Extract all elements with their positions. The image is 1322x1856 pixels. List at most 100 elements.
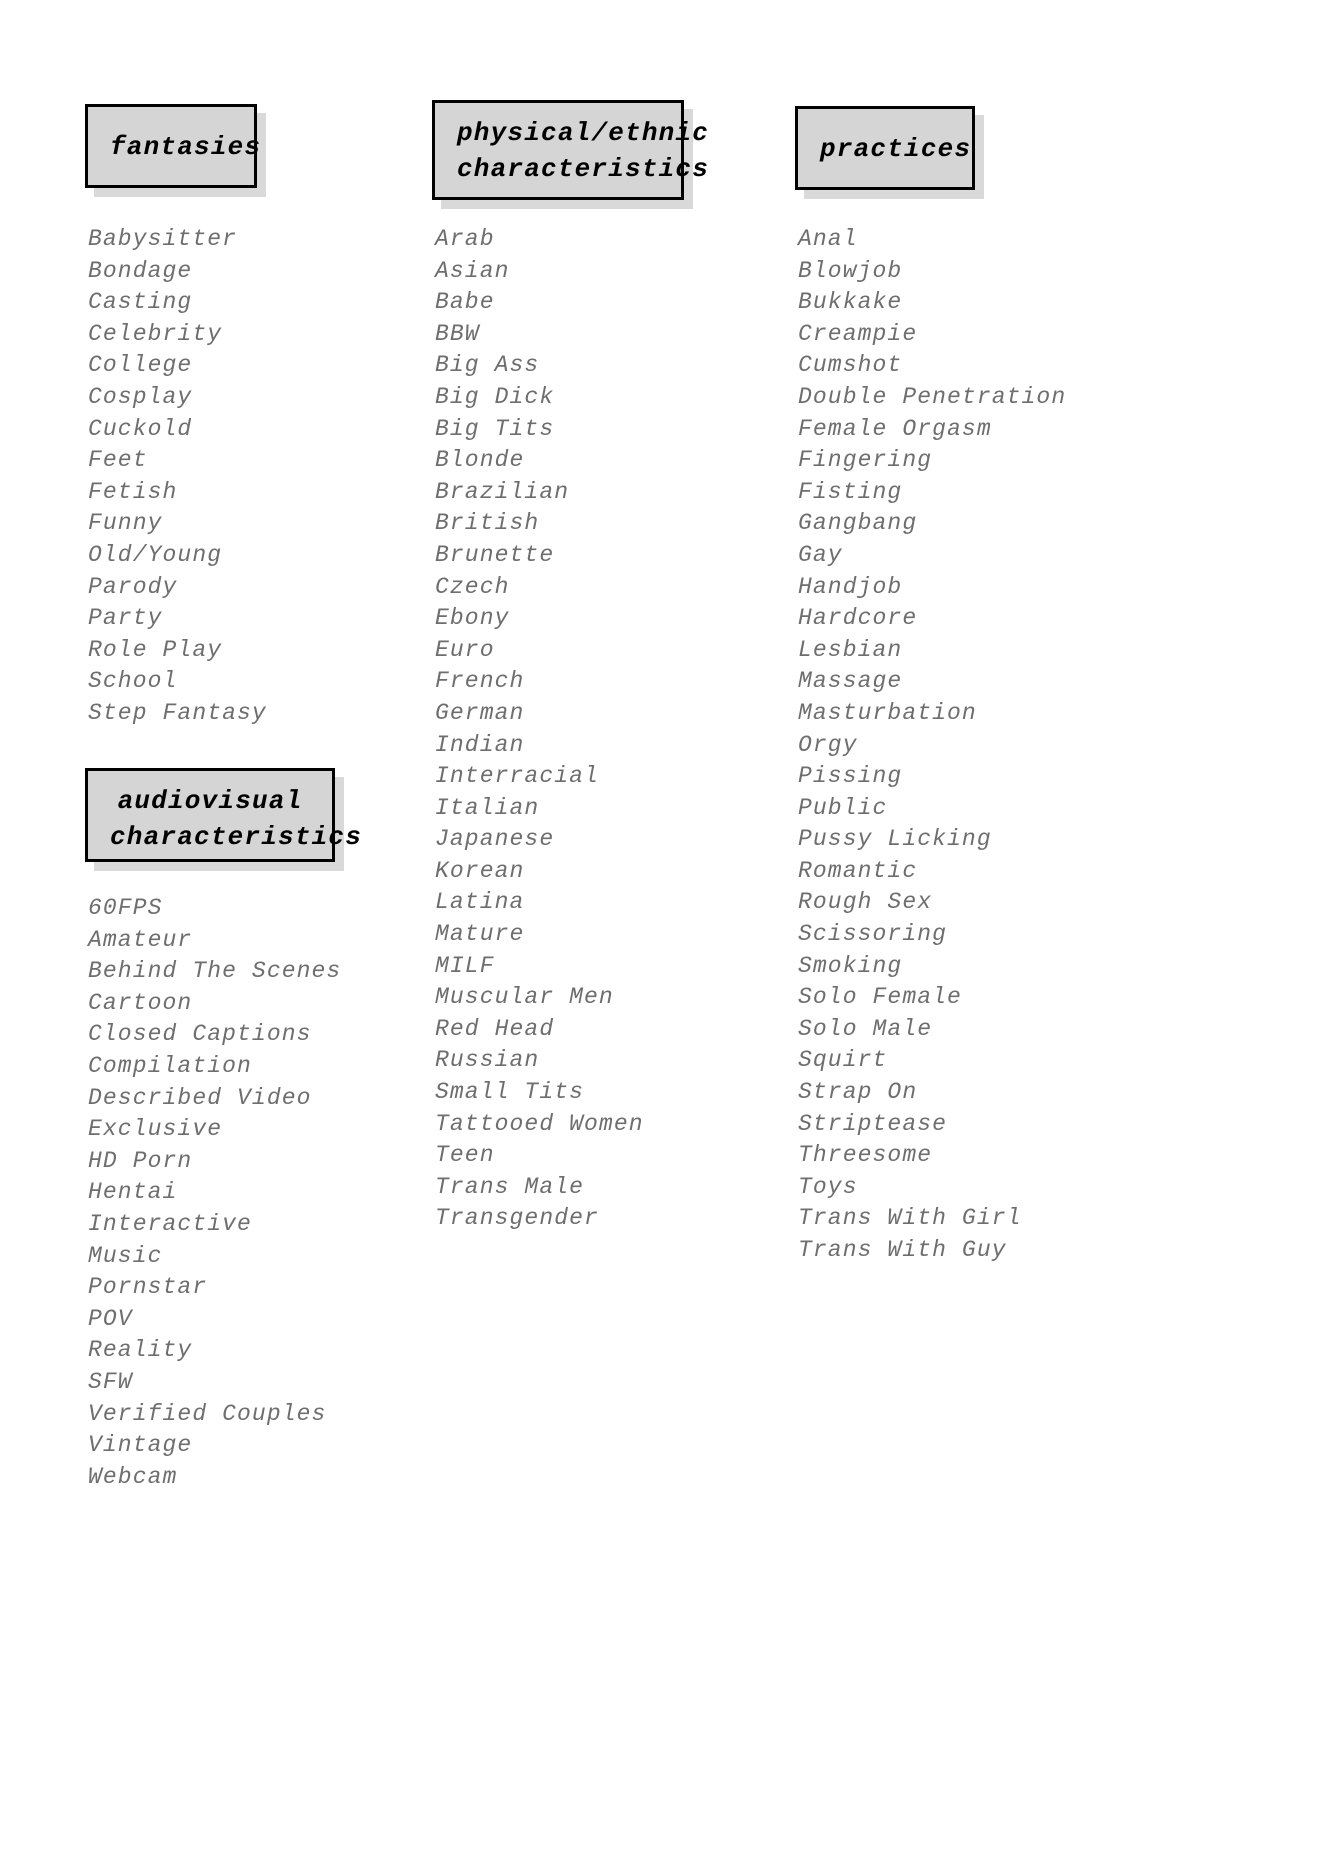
list-item: Big Ass — [435, 352, 540, 379]
list-item: Strap On — [798, 1079, 918, 1106]
list-item: Threesome — [798, 1142, 933, 1169]
list-item: British — [435, 510, 540, 537]
list-item: Teen — [435, 1142, 495, 1169]
list-item: School — [88, 668, 178, 695]
list-item: Behind The Scenes — [88, 958, 342, 985]
list-physical: Arab Asian Babe BBW Big Ass Big Dick Big Tits B… — [435, 224, 644, 1235]
list-item: Blowjob — [798, 257, 903, 284]
list-item: Party — [88, 605, 163, 632]
list-item: Trans With Guy — [798, 1237, 1007, 1263]
list-item: Interracial — [435, 763, 599, 790]
list-audiovisual: 60FPS Amateur Behind The Scenes Cartoon Clos… — [88, 893, 341, 1493]
list-item: Celebrity — [88, 320, 223, 347]
list-item: Scissoring — [798, 921, 948, 948]
section-audiovisual: audiovisual characteristics — [85, 768, 363, 862]
list-item: Bondage — [88, 257, 193, 284]
list-item: Czech — [435, 573, 510, 600]
list-item: HD Porn — [88, 1147, 193, 1174]
header-box-practices: practices — [795, 106, 975, 190]
list-item: Cartoon — [88, 989, 193, 1016]
list-item: 60FPS — [88, 895, 163, 921]
header-box-audiovisual: audiovisual characteristics — [85, 768, 363, 862]
list-item: Pussy Licking — [798, 826, 992, 853]
list-item: Amateur — [88, 926, 193, 953]
list-item: Small Tits — [435, 1079, 585, 1106]
list-item: Described Video — [88, 1084, 312, 1111]
list-item: Blonde — [435, 447, 525, 474]
list-item: Italian — [435, 794, 540, 821]
list-item: Anal — [798, 226, 858, 252]
list-item: Rough Sex — [798, 889, 933, 916]
list-item: Asian — [435, 257, 510, 284]
list-item: Hardcore — [798, 605, 918, 632]
list-item: Pornstar — [88, 1274, 208, 1301]
list-item: Indian — [435, 731, 525, 758]
list-item: Reality — [88, 1337, 193, 1364]
list-item: Big Dick — [435, 383, 555, 410]
list-item: POV — [88, 1305, 133, 1332]
list-item: Babe — [435, 289, 495, 316]
list-item: Latina — [435, 889, 525, 916]
list-item: Role Play — [88, 636, 223, 663]
list-item: Brunette — [435, 541, 555, 568]
list-item: Squirt — [798, 1047, 888, 1074]
category-columns: fantasies Babysitter Bondage Casting Celebr… — [0, 0, 1322, 1856]
header-box-physical: physical/ethnic characteristics — [432, 100, 710, 200]
list-item: Funny — [88, 510, 163, 537]
list-item: Webcam — [88, 1463, 178, 1490]
list-item: Old/Young — [88, 541, 223, 568]
list-item: Exclusive — [88, 1116, 223, 1143]
list-item: Ebony — [435, 605, 510, 632]
list-item: Transgender — [435, 1205, 599, 1232]
list-item: Hentai — [88, 1179, 178, 1206]
list-item: SFW — [88, 1368, 133, 1395]
list-item: German — [435, 699, 525, 726]
header-title-audiovisual: audiovisual characteristics — [110, 786, 363, 852]
list-item: Cumshot — [798, 352, 903, 379]
header-title-physical: physical/ethnic characteristics — [457, 118, 710, 184]
section-physical: physical/ethnic characteristics — [432, 100, 710, 200]
list-item: Verified Couples — [88, 1400, 327, 1427]
list-item: Brazilian — [435, 478, 570, 505]
list-item: Mature — [435, 921, 525, 948]
list-item: Cosplay — [88, 383, 193, 410]
list-item: Euro — [435, 636, 495, 663]
section-fantasies: fantasies — [85, 104, 260, 188]
list-item: Fetish — [88, 478, 178, 505]
list-item: Masturbation — [798, 699, 977, 726]
list-item: French — [435, 668, 525, 695]
list-item: Vintage — [88, 1432, 193, 1459]
list-item: Fisting — [798, 478, 903, 505]
list-item: Babysitter — [88, 226, 238, 252]
list-item: Toys — [798, 1173, 858, 1200]
list-item: Step Fantasy — [88, 699, 267, 726]
list-item: Smoking — [798, 952, 903, 979]
list-item: Casting — [88, 289, 193, 316]
list-item: Feet — [88, 447, 148, 474]
list-item: Creampie — [798, 320, 918, 347]
document-page: fantasies Babysitter Bondage Casting Celebr… — [0, 0, 1322, 1856]
list-item: Red Head — [435, 1015, 555, 1042]
list-item: Closed Captions — [88, 1021, 312, 1048]
section-practices: practices — [795, 106, 975, 190]
list-item: Russian — [435, 1047, 540, 1074]
list-item: Muscular Men — [435, 984, 614, 1011]
list-item: Handjob — [798, 573, 903, 600]
list-item: Korean — [435, 857, 525, 884]
list-item: Double Penetration — [798, 383, 1067, 410]
list-item: Trans Male — [435, 1173, 585, 1200]
list-item: Pissing — [798, 763, 903, 790]
list-item: Big Tits — [435, 415, 555, 442]
list-item: Gay — [798, 541, 843, 568]
list-item: Public — [798, 794, 888, 821]
list-item: Music — [88, 1242, 163, 1269]
list-item: Orgy — [798, 731, 858, 758]
list-item: Gangbang — [798, 510, 918, 537]
list-item: Trans With Girl — [798, 1205, 1022, 1232]
list-practices: Anal Blowjob Bukkake Creampie Cumshot Double … — [798, 224, 1066, 1267]
list-item: MILF — [435, 952, 495, 979]
list-item: Romantic — [798, 857, 918, 884]
list-item: Fingering — [798, 447, 933, 474]
list-item: Solo Male — [798, 1015, 933, 1042]
list-item: Massage — [798, 668, 903, 695]
